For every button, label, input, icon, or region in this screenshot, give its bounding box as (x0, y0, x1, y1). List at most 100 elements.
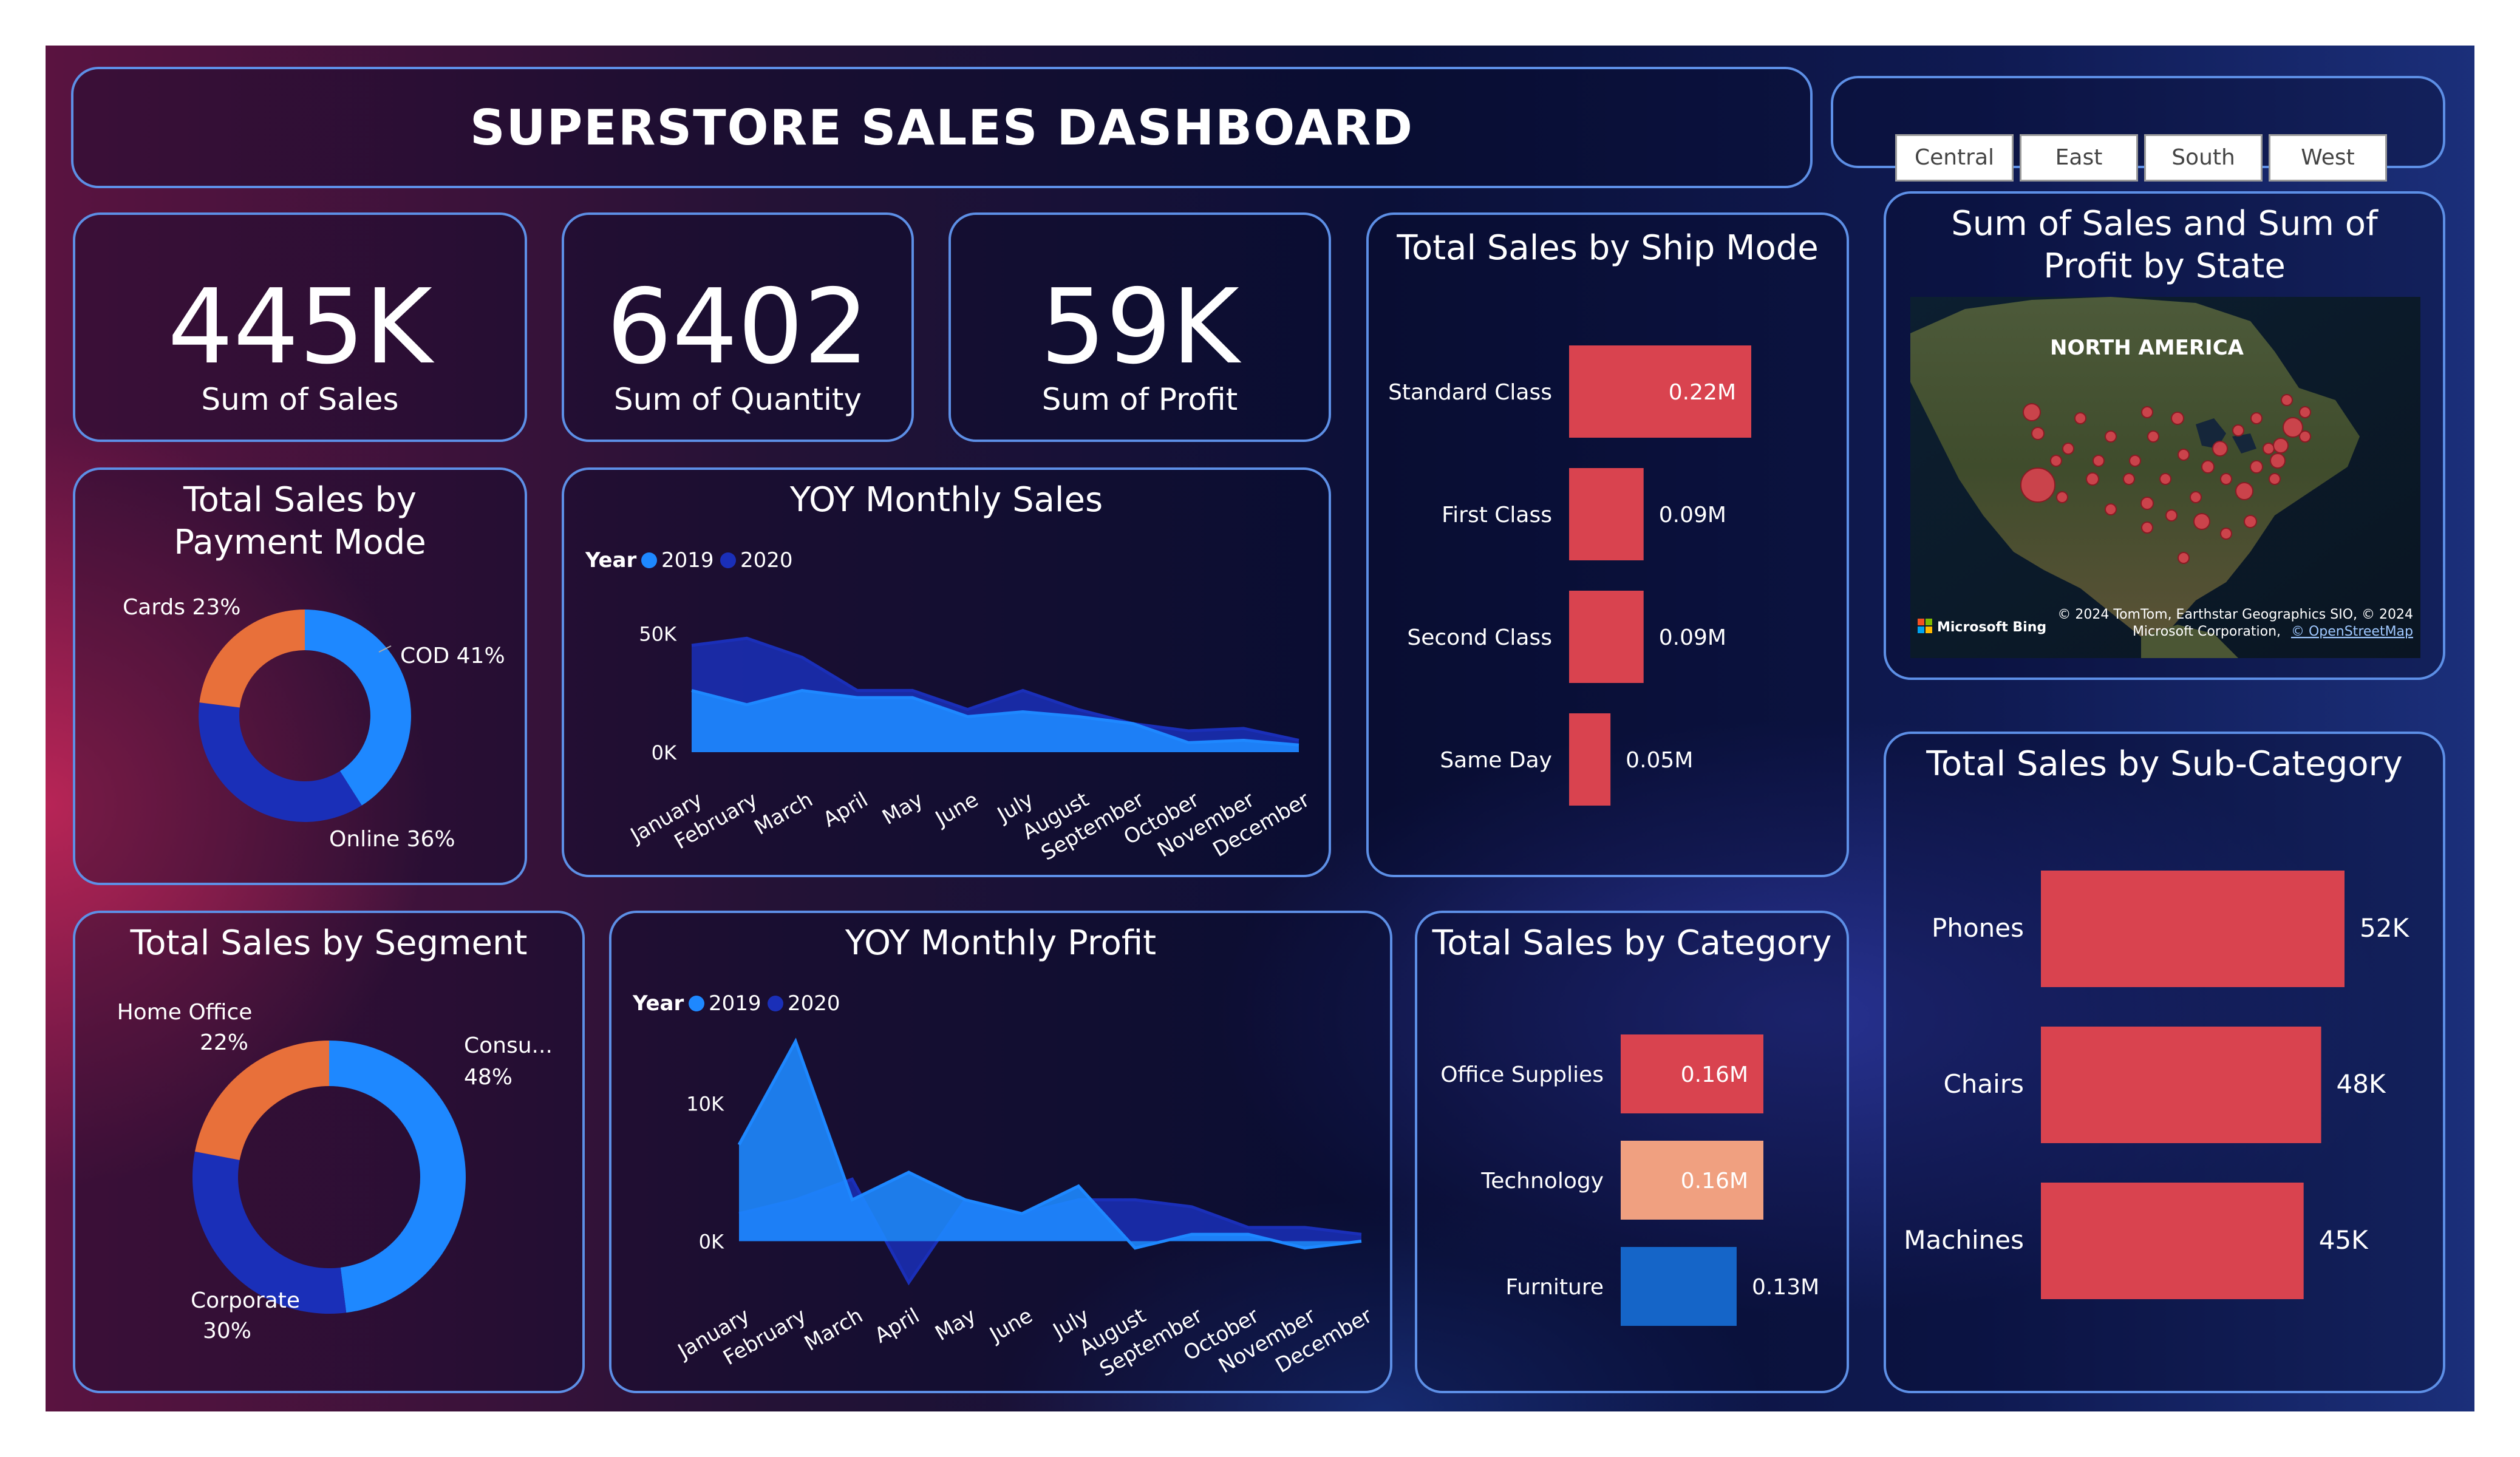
x-tick-label: May (931, 1303, 980, 1346)
state-bubble (2050, 455, 2062, 467)
legend-title: Year (632, 991, 684, 1016)
bar-data-label: 0.05M (1626, 748, 1693, 773)
subcategory-panel: Total Sales by Sub-Category Phones 52K Cha… (1884, 732, 2445, 1393)
x-tick-label: May (878, 787, 927, 830)
state-bubble (2020, 467, 2055, 503)
openstreetmap-link[interactable]: © OpenStreetMap (2291, 624, 2413, 639)
bar-data-label: 52K (2360, 913, 2409, 943)
yoy-sales-area-chart: Year 2019 202050K0KJanuaryFebruaryMarch Apr… (585, 548, 1314, 866)
state-bubble (2299, 430, 2311, 443)
map-region-label: NORTH AMERICA (2050, 336, 2244, 360)
state-bubble-map[interactable]: NORTH AMERICA Microsoft Bing © 2024 TomT… (1910, 297, 2420, 658)
donut-label-home-office-pct: 22% (200, 1030, 248, 1055)
state-bubble (2235, 482, 2253, 500)
segment-panel: Total Sales by Segment Consu... 48% Corpor… (73, 911, 585, 1393)
bar-data-label: 0.09M (1659, 625, 1726, 650)
state-bubble (2250, 412, 2263, 424)
state-bubble (2178, 449, 2190, 461)
bar (2041, 1027, 2321, 1143)
slicer-east[interactable]: East (2020, 134, 2138, 182)
region-slicer: Central East South West (1831, 76, 2445, 182)
legend-label: 2019 (661, 548, 714, 572)
bar (1569, 591, 1644, 683)
donut-label-corporate-pct: 30% (203, 1319, 251, 1343)
state-bubble (2212, 441, 2228, 457)
state-bubble (2141, 521, 2153, 534)
state-bubble (2165, 509, 2178, 521)
slicer-west[interactable]: West (2269, 134, 2387, 182)
bar (1569, 713, 1611, 806)
bar (2041, 1183, 2304, 1299)
category-label: Furniture (1505, 1275, 1604, 1300)
donut-slice (199, 610, 305, 708)
y-tick-label: 0K (699, 1231, 724, 1254)
state-bubble (2056, 491, 2068, 503)
category-label: Same Day (1440, 748, 1552, 773)
map-attribution: © 2024 TomTom, Earthstar Geographics SIO… (2057, 607, 2413, 622)
legend-label: 2020 (740, 548, 793, 572)
state-bubble (2105, 503, 2117, 515)
donut-slice (199, 702, 362, 822)
legend-marker (768, 996, 783, 1011)
state-bubble (2123, 473, 2135, 485)
bar-data-label: 0.16M (1681, 1062, 1748, 1087)
donut-label-cod: COD 41% (400, 644, 505, 668)
kpi-value: 445K (168, 267, 432, 387)
bar-data-label: 48K (2337, 1069, 2386, 1099)
state-bubble (2190, 491, 2202, 503)
state-bubble (2263, 443, 2275, 455)
category-label: Machines (1904, 1225, 2024, 1255)
donut-slice (329, 1041, 466, 1313)
bing-logo-text: Microsoft Bing (1937, 620, 2046, 635)
state-bubble (2062, 443, 2074, 455)
state-bubble (2244, 515, 2257, 528)
category-label: Technology (1480, 1169, 1604, 1194)
y-tick-label: 50K (639, 623, 677, 646)
kpi-value: 6402 (606, 267, 870, 387)
donut-label-consumer-pct: 48% (464, 1065, 513, 1090)
map-panel: Sum of Sales and Sum of Profit by State … (1884, 191, 2445, 680)
bar (1621, 1247, 1737, 1326)
state-bubble (2178, 552, 2190, 564)
category-label: Chairs (1943, 1069, 2024, 1099)
kpi-card-sales: 445K Sum of Sales (73, 212, 527, 442)
state-bubble (2086, 472, 2099, 486)
x-tick-label: June (985, 1303, 1037, 1348)
bar-data-label: 45K (2319, 1225, 2369, 1255)
ship-mode-bar-chart: Standard Class 0.22M First Class 0.09M Secon… (1388, 345, 1751, 806)
yoy-profit-panel: YOY Monthly Profit Year 2019 2020 10K 0K Janu… (609, 911, 1392, 1393)
legend-title: Year (585, 548, 637, 572)
donut-label-consumer: Consu... (464, 1033, 553, 1058)
donut-slice (305, 610, 411, 806)
dashboard-canvas: SUPERSTORE SALES DASHBOARD Central East … (46, 46, 2474, 1411)
bar-data-label: 0.13M (1752, 1275, 1819, 1300)
bar-data-label: 0.16M (1681, 1169, 1748, 1194)
state-bubble (2270, 453, 2286, 469)
x-tick-label: March (751, 787, 817, 840)
state-bubble (2140, 497, 2154, 510)
y-tick-label: 10K (686, 1093, 724, 1116)
donut-label-home-office: Home Office (117, 1000, 253, 1025)
state-bubble (2250, 460, 2263, 474)
map-attribution-2: Microsoft Corporation, (2133, 624, 2281, 639)
segment-donut-chart: Consu... 48% Corporate 30% Home Office 22% (117, 1000, 553, 1343)
panel-title: Sum of Sales and Sum of Profit by State (1951, 204, 2378, 286)
bar (2041, 871, 2345, 987)
state-bubble (2129, 455, 2141, 467)
category-label: Second Class (1407, 625, 1552, 650)
category-panel: Total Sales by Category Office Supplies 0… (1415, 911, 1849, 1393)
state-bubble (2141, 406, 2153, 418)
slicer-south[interactable]: South (2144, 134, 2263, 182)
kpi-card-profit: 59K Sum of Profit (948, 212, 1331, 442)
state-bubble (2281, 394, 2293, 406)
legend-label: 2020 (788, 991, 840, 1016)
state-bubble (2031, 427, 2045, 440)
x-tick-label: April (871, 1303, 924, 1348)
legend-marker (720, 552, 736, 568)
state-bubble (2074, 412, 2086, 424)
page-title: SUPERSTORE SALES DASHBOARD (469, 100, 1414, 156)
legend-marker (641, 552, 657, 568)
state-bubble (2201, 460, 2215, 474)
bar-data-label: 0.22M (1669, 380, 1736, 405)
slicer-central[interactable]: Central (1895, 134, 2014, 182)
